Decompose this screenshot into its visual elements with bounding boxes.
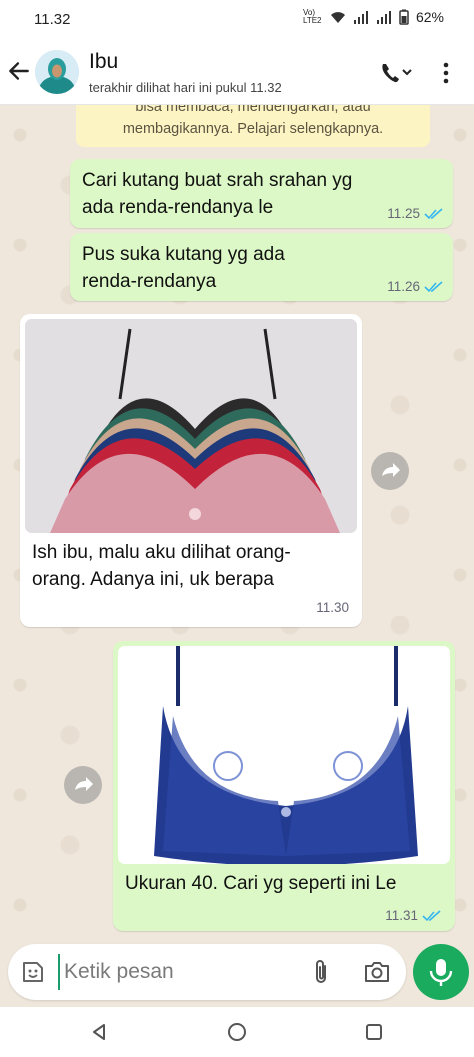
outgoing-message[interactable]: Ukuran 40. Cari yg seperti ini Le 11.31 [113,641,455,931]
camera-icon[interactable] [363,959,391,985]
forward-button[interactable] [64,766,102,804]
system-nav-bar [0,1007,474,1057]
message-time: 11.26 [387,279,420,294]
notice-line-2: membagikannya. Pelajari selengkapnya. [122,121,384,137]
voice-record-button[interactable] [413,944,469,1000]
paperclip-icon[interactable] [310,958,332,986]
forward-icon [75,777,93,791]
message-time: 11.25 [387,206,420,221]
read-ticks-icon [424,280,443,292]
status-time: 11.32 [34,11,71,28]
microphone-icon [429,959,453,986]
message-text: Ukuran 40. Cari yg seperti ini Le [125,873,397,894]
notice-line-1: bisa membaca, mendengarkan, atau [135,105,371,115]
nav-recents-icon[interactable] [364,1022,384,1042]
outgoing-message[interactable]: Pus suka kutang yg ada renda-rendanya 11… [70,233,453,301]
status-icons: Vo) LTE2 62% [302,8,444,26]
signal-icon [376,11,391,24]
message-text: Cari kutang buat srah srahan yg ada rend… [82,170,353,218]
chat-header: Ibu terakhir dilihat hari ini pukul 11.3… [0,40,474,105]
forward-button[interactable] [371,452,409,490]
message-composer [8,944,406,1000]
status-bar: 11.32 Vo) LTE2 62% [0,0,474,40]
signal-icon [353,11,368,24]
message-text: Ish ibu, malu aku dilihat orang-orang. A… [32,542,291,590]
message-input[interactable] [58,954,294,990]
forward-icon [382,463,400,477]
message-image[interactable] [25,319,357,533]
message-meta: 11.25 [387,206,444,221]
battery-level: 62% [415,9,444,25]
read-ticks-icon [422,909,441,921]
network-label: Vo) LTE2 [302,8,322,25]
message-image[interactable] [118,646,450,864]
chat-area[interactable]: bisa membaca, mendengarkan, atau membagi… [0,105,474,945]
read-ticks-icon [424,207,443,219]
encryption-notice[interactable]: bisa membaca, mendengarkan, atau membagi… [76,105,430,147]
outgoing-message[interactable]: Cari kutang buat srah srahan yg ada rend… [70,159,453,228]
message-meta: 11.26 [387,279,444,294]
message-text: Pus suka kutang yg ada renda-rendanya [82,244,285,292]
avatar[interactable] [35,50,79,94]
contact-name[interactable]: Ibu [89,50,118,74]
more-vertical-icon[interactable] [438,60,454,86]
message-time: 11.30 [316,600,349,615]
nav-home-icon[interactable] [227,1022,247,1042]
last-seen-status: terakhir dilihat hari ini pukul 11.32 [89,80,282,95]
message-time: 11.31 [385,908,418,923]
message-meta: 11.30 [316,600,349,615]
phone-call-icon[interactable] [378,60,414,86]
incoming-message[interactable]: Ish ibu, malu aku dilihat orang-orang. A… [20,314,362,627]
nav-back-icon[interactable] [89,1022,109,1042]
battery-icon [399,9,409,25]
back-arrow-icon[interactable] [6,58,32,84]
message-meta: 11.31 [385,908,442,923]
emoji-sticker-icon[interactable] [20,959,46,985]
wifi-icon [330,12,345,23]
